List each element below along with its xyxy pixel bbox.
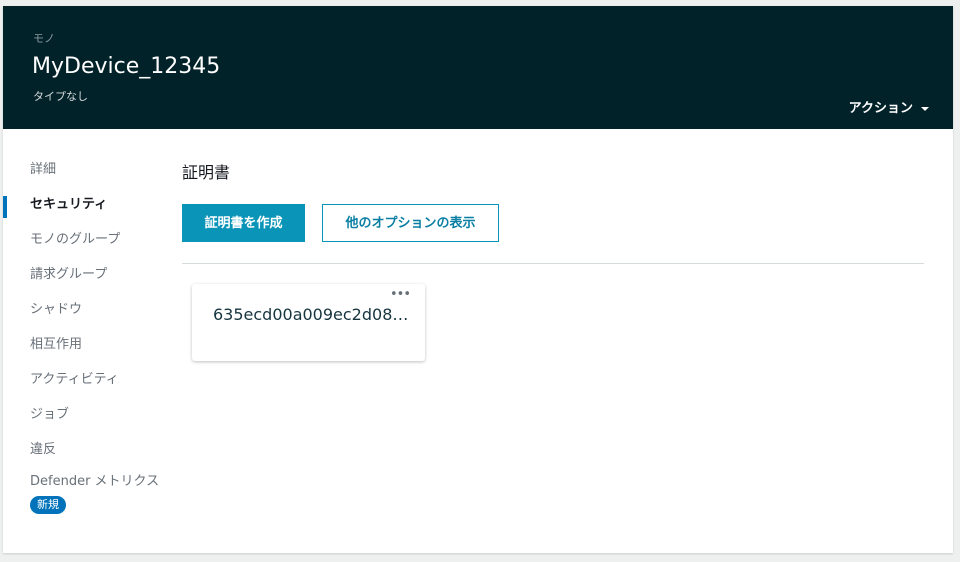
more-options-button[interactable]: 他のオプションの表示 bbox=[322, 204, 499, 242]
caret-down-icon bbox=[921, 106, 929, 111]
certificate-card[interactable]: ••• 635ecd00a009ec2d08… bbox=[192, 284, 425, 361]
sidebar-item-security[interactable]: セキュリティ bbox=[3, 191, 159, 226]
sidebar-item-jobs[interactable]: ジョブ bbox=[3, 401, 159, 436]
sidebar-item-interactions[interactable]: 相互作用 bbox=[3, 331, 159, 366]
create-certificate-button[interactable]: 証明書を作成 bbox=[182, 204, 305, 242]
page-header: モノ MyDevice_12345 タイプなし アクション bbox=[3, 6, 953, 129]
more-options-icon[interactable]: ••• bbox=[390, 287, 411, 302]
sidebar-item-thing-groups[interactable]: モノのグループ bbox=[3, 226, 159, 261]
section-title: 証明書 bbox=[182, 163, 231, 182]
actions-dropdown[interactable]: アクション bbox=[849, 97, 929, 116]
divider bbox=[182, 263, 924, 264]
sidebar-item-shadow[interactable]: シャドウ bbox=[3, 296, 159, 331]
sidebar-nav: 詳細 セキュリティ モノのグループ 請求グループ シャドウ 相互作用 アクティビ… bbox=[3, 156, 159, 514]
actions-label: アクション bbox=[848, 101, 913, 116]
sidebar-item-violations[interactable]: 違反 bbox=[3, 436, 159, 471]
new-badge: 新規 bbox=[30, 496, 66, 514]
sidebar-item-billing-groups[interactable]: 請求グループ bbox=[3, 261, 159, 296]
sidebar-item-activity[interactable]: アクティビティ bbox=[3, 366, 159, 401]
thing-type: タイプなし bbox=[33, 90, 88, 103]
sidebar-item-details[interactable]: 詳細 bbox=[3, 156, 159, 191]
breadcrumb[interactable]: モノ bbox=[33, 30, 55, 46]
sidebar-item-defender-metrics[interactable]: Defender メトリクス bbox=[3, 471, 159, 493]
certificate-id[interactable]: 635ecd00a009ec2d08… bbox=[213, 305, 408, 324]
main-panel: モノ MyDevice_12345 タイプなし アクション 詳細 セキュリティ … bbox=[3, 6, 953, 553]
page-title: MyDevice_12345 bbox=[32, 54, 221, 79]
